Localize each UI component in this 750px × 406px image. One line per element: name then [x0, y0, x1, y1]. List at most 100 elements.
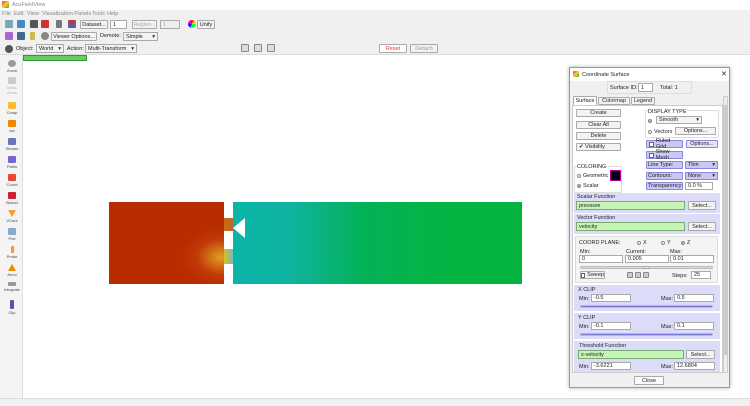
sidebar-item-zoom[interactable]: Zoom	[2, 60, 22, 73]
play-icon[interactable]	[635, 272, 641, 278]
threshold-min-input[interactable]: -3.6221	[591, 362, 631, 370]
print-icon[interactable]	[30, 20, 38, 28]
x-clip-max-input[interactable]: 0.5	[674, 294, 714, 302]
vectors-radio[interactable]: Vectors	[648, 129, 672, 135]
rotate-icon[interactable]	[254, 44, 262, 52]
contours-value: None	[688, 173, 702, 179]
vector-select-button[interactable]: Select...	[688, 222, 716, 231]
sweep-checkbox[interactable]: Sweep	[580, 271, 605, 279]
function-icon[interactable]	[56, 20, 62, 28]
tab-legend[interactable]: Legend	[631, 97, 655, 105]
sidebar-item-undo-zoom[interactable]: Undo Zoom	[2, 77, 22, 95]
grid-options-button[interactable]: Options...	[686, 140, 718, 148]
open-icon[interactable]	[5, 20, 13, 28]
reset-button[interactable]: Reset	[379, 44, 407, 53]
action-select[interactable]: Multi-Transform ▾	[85, 44, 137, 53]
x-clip-min-input[interactable]: -0.5	[591, 294, 631, 302]
z-plane-radio[interactable]: Z	[681, 240, 690, 246]
sidebar-item-integrate[interactable]: Integrate	[2, 282, 22, 292]
steps-spinner[interactable]: 25	[691, 271, 711, 279]
menu-edit[interactable]: Edit	[14, 11, 23, 17]
sidebar-item-stream[interactable]: Stream	[2, 138, 22, 151]
menu-tools[interactable]: Tools	[92, 11, 105, 17]
threshold-function-input[interactable]: x-velocity	[578, 350, 684, 359]
vector-options-button[interactable]: Options...	[675, 127, 716, 135]
viewport-mini-toolbar[interactable]	[23, 55, 87, 61]
unify-button[interactable]: Unify	[197, 20, 215, 29]
tab-colormap[interactable]: Colormap	[598, 97, 630, 105]
plane-current-input[interactable]: 0.005	[625, 255, 669, 263]
group-icon[interactable]	[17, 32, 25, 40]
menu-help[interactable]: Help	[107, 11, 118, 17]
eye-icon[interactable]	[5, 45, 13, 53]
sidebar-item-probe[interactable]: Probe	[2, 246, 22, 259]
demote-select[interactable]: Simple ▾	[123, 32, 158, 41]
sidebar-item-anno[interactable]: Anno	[2, 264, 22, 277]
region-spinner[interactable]: 1	[160, 20, 180, 29]
sidebar-item-bound[interactable]: Bound	[2, 192, 22, 205]
color-swatch-button[interactable]	[610, 170, 621, 181]
move-icon[interactable]	[241, 44, 249, 52]
y-clip-slider[interactable]	[580, 333, 713, 336]
step-forward-icon[interactable]	[643, 272, 649, 278]
delete-button[interactable]: Delete	[576, 132, 621, 140]
line-type-select[interactable]: Thin ▾	[685, 161, 718, 169]
dataset-button[interactable]: Dataset...	[80, 20, 108, 29]
scalar-function-input[interactable]: pressure	[576, 201, 685, 210]
camera-icon[interactable]	[267, 44, 275, 52]
geometric-radio[interactable]: Geometric	[577, 173, 608, 179]
plane-slider[interactable]	[580, 266, 713, 269]
close-button[interactable]: Close	[634, 376, 664, 385]
x-clip-slider[interactable]	[580, 305, 713, 308]
sidebar-item-comp[interactable]: Comp	[2, 102, 22, 115]
visibility-toggle[interactable]: ✔ Visibility	[576, 143, 621, 151]
sidebar-item-paths[interactable]: Paths	[2, 156, 22, 169]
sidebar-item-iso[interactable]: Iso	[2, 120, 22, 133]
scrollbar-thumb[interactable]	[724, 105, 727, 355]
sidebar-item-coord[interactable]: Coord	[2, 174, 22, 187]
y-clip-max-input[interactable]: 0.1	[674, 322, 714, 330]
show-mesh-checkbox[interactable]: Show Mesh	[646, 149, 683, 161]
step-back-icon[interactable]	[627, 272, 633, 278]
y-clip-label: Y CLIP	[578, 315, 596, 321]
viewer-options-button[interactable]: Viewer Options...	[51, 32, 97, 41]
sidebar-item-clip[interactable]: Clip	[2, 300, 22, 315]
y-plane-radio[interactable]: Y	[661, 240, 671, 246]
menu-view[interactable]: View	[27, 11, 39, 17]
x-plane-radio[interactable]: X	[637, 240, 647, 246]
display-type-select[interactable]: Smooth ▾	[656, 116, 702, 124]
threshold-select-button[interactable]: Select...	[686, 350, 715, 359]
plane-min-input[interactable]: 0	[579, 255, 623, 263]
contours-select[interactable]: None ▾	[685, 172, 718, 180]
clear-all-button[interactable]: Clear All	[576, 121, 621, 129]
settings-icon[interactable]	[41, 32, 49, 40]
plane-slider-handle[interactable]	[643, 266, 650, 269]
plane-max-input[interactable]: 0.01	[670, 255, 714, 263]
sidebar-item-plot[interactable]: Plot	[2, 228, 22, 241]
y-clip-min-input[interactable]: -0.1	[591, 322, 631, 330]
object-select[interactable]: World ▾	[36, 44, 64, 53]
colormap-icon[interactable]	[68, 20, 76, 28]
dataset-spinner[interactable]: 1	[110, 20, 127, 29]
save-icon[interactable]	[17, 20, 25, 28]
threshold-max-input[interactable]: 12.6804	[674, 362, 715, 370]
export-icon[interactable]	[41, 20, 49, 28]
create-button[interactable]: Create	[576, 109, 621, 117]
surface-id-spinner[interactable]: 1	[638, 83, 653, 92]
menu-visualization-panels[interactable]: Visualization Panels	[42, 11, 91, 17]
dialog-scrollbar[interactable]	[723, 96, 728, 373]
tab-surface[interactable]: Surface	[573, 96, 597, 105]
scalar-radio[interactable]: Scalar	[577, 183, 599, 189]
ruled-grid-checkbox[interactable]: Ruled Grid	[646, 138, 683, 150]
smooth-radio[interactable]	[648, 118, 654, 124]
transparency-spinner[interactable]: 0.0 %	[685, 182, 713, 190]
menu-file[interactable]: File	[2, 11, 11, 17]
vector-function-input[interactable]: velocity	[576, 222, 685, 231]
sidebar-item-vcore[interactable]: VCore	[2, 210, 22, 223]
region-button[interactable]: Region...	[132, 20, 157, 29]
scalar-select-button[interactable]: Select...	[688, 201, 716, 210]
axes-icon[interactable]	[5, 32, 13, 40]
close-icon[interactable]: ✕	[721, 70, 727, 78]
pointer-icon[interactable]	[30, 32, 35, 40]
detach-button[interactable]: Detach	[410, 44, 438, 53]
